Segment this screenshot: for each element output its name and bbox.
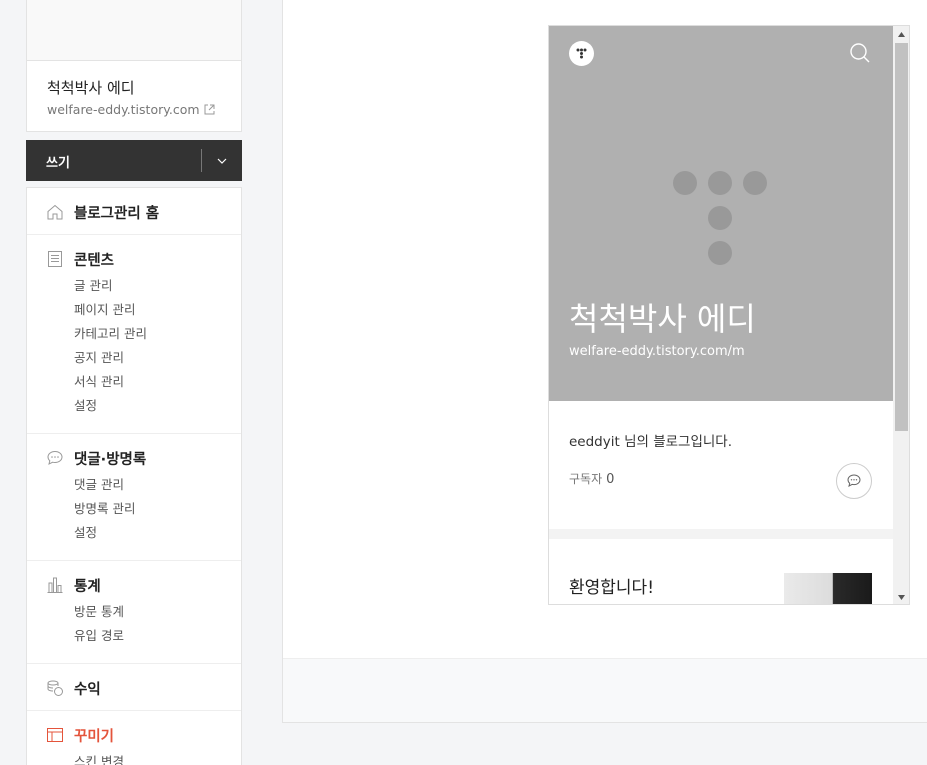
sidebar-item-label: 블로그관리 홈: [74, 205, 160, 222]
home-icon: [46, 203, 64, 221]
sidebar-item-content[interactable]: 콘텐츠: [27, 247, 241, 271]
menu-section-home: 블로그관리 홈: [27, 188, 241, 235]
search-icon[interactable]: [849, 42, 871, 68]
blog-info-card: 척척박사 에디 welfare-eddy.tistory.com: [26, 60, 242, 132]
preview-scrollbar[interactable]: [893, 26, 909, 604]
section-divider: [549, 529, 893, 539]
blog-url-text: welfare-eddy.tistory.com: [47, 102, 200, 117]
sidebar-item-design[interactable]: 꾸미기: [27, 723, 241, 747]
bar-chart-icon: [46, 576, 64, 594]
tistory-placeholder-logo-icon: [673, 171, 769, 271]
sidebar-item-label: 콘텐츠: [74, 252, 115, 269]
speech-bubble-icon: [46, 449, 64, 467]
submenu-comment-manage[interactable]: 댓글 관리: [27, 473, 241, 497]
preview-intro-text: eeddyit 님의 블로그입니다.: [569, 434, 733, 450]
blog-name[interactable]: 척척박사 에디: [47, 77, 135, 98]
menu-section-content: 콘텐츠 글 관리 페이지 관리 카테고리 관리 공지 관리 서식 관리 설정: [27, 235, 241, 434]
tistory-logo-icon[interactable]: [569, 41, 594, 66]
sidebar-item-revenue[interactable]: 수익: [27, 676, 241, 700]
menu-section-stats: 통계 방문 통계 유입 경로: [27, 561, 241, 664]
coins-icon: [46, 679, 64, 697]
sidebar-item-home[interactable]: 블로그관리 홈: [27, 200, 241, 224]
submenu-comment-settings[interactable]: 설정: [27, 521, 241, 545]
mobile-preview-frame: 척척박사 에디 welfare-eddy.tistory.com/m eeddy…: [548, 25, 910, 605]
submenu-post-manage[interactable]: 글 관리: [27, 274, 241, 298]
scrollbar-thumb[interactable]: [895, 43, 908, 431]
submenu-visit-stats[interactable]: 방문 통계: [27, 600, 241, 624]
scroll-up-arrow-icon[interactable]: [893, 26, 909, 43]
sidebar-top-area: [26, 0, 242, 61]
sidebar-item-label: 수익: [74, 681, 101, 698]
sidebar-item-comments[interactable]: 댓글·방명록: [27, 446, 241, 470]
guestbook-button[interactable]: [836, 463, 872, 499]
submenu-page-manage[interactable]: 페이지 관리: [27, 298, 241, 322]
blog-url-link[interactable]: welfare-eddy.tistory.com: [47, 102, 215, 117]
submenu-template-manage[interactable]: 서식 관리: [27, 370, 241, 394]
scroll-down-arrow-icon[interactable]: [893, 589, 909, 604]
subscriber-label: 구독자: [569, 472, 603, 486]
menu-section-revenue: 수익: [27, 664, 241, 711]
preview-hero: 척척박사 에디 welfare-eddy.tistory.com/m: [549, 26, 893, 401]
write-bar: 쓰기: [26, 140, 242, 181]
subscriber-count: 구독자 0: [569, 470, 614, 487]
sidebar-item-stats[interactable]: 통계: [27, 573, 241, 597]
document-icon: [46, 250, 64, 268]
layout-icon: [46, 726, 64, 744]
sidebar-item-label: 꾸미기: [74, 728, 115, 745]
submenu-notice-manage[interactable]: 공지 관리: [27, 346, 241, 370]
external-link-icon: [204, 104, 215, 115]
submenu-skin-change[interactable]: 스킨 변경: [27, 750, 241, 765]
write-button[interactable]: 쓰기: [46, 152, 70, 171]
speech-bubble-icon: [847, 474, 861, 487]
submenu-referrer[interactable]: 유입 경로: [27, 624, 241, 648]
sidebar-item-label: 댓글·방명록: [74, 451, 147, 468]
subscriber-number: 0: [606, 472, 615, 487]
preview-post-title[interactable]: 환영합니다!: [569, 573, 654, 598]
sidebar-item-label: 통계: [74, 578, 101, 595]
main-footer-area: [283, 658, 927, 722]
chevron-down-icon: [217, 158, 227, 164]
preview-blog-url: welfare-eddy.tistory.com/m: [569, 344, 745, 359]
submenu-category-manage[interactable]: 카테고리 관리: [27, 322, 241, 346]
submenu-content-settings[interactable]: 설정: [27, 394, 241, 418]
write-dropdown-button[interactable]: [202, 140, 242, 181]
post-thumbnail[interactable]: [784, 573, 872, 604]
preview-blog-title: 척척박사 에디: [569, 300, 756, 338]
sidebar-menu: 블로그관리 홈 콘텐츠 글 관리 페이지 관리 카테고리 관리 공지 관리 서식…: [26, 187, 242, 765]
menu-section-design: 꾸미기 스킨 변경: [27, 711, 241, 765]
submenu-guestbook-manage[interactable]: 방명록 관리: [27, 497, 241, 521]
menu-section-comments: 댓글·방명록 댓글 관리 방명록 관리 설정: [27, 434, 241, 561]
